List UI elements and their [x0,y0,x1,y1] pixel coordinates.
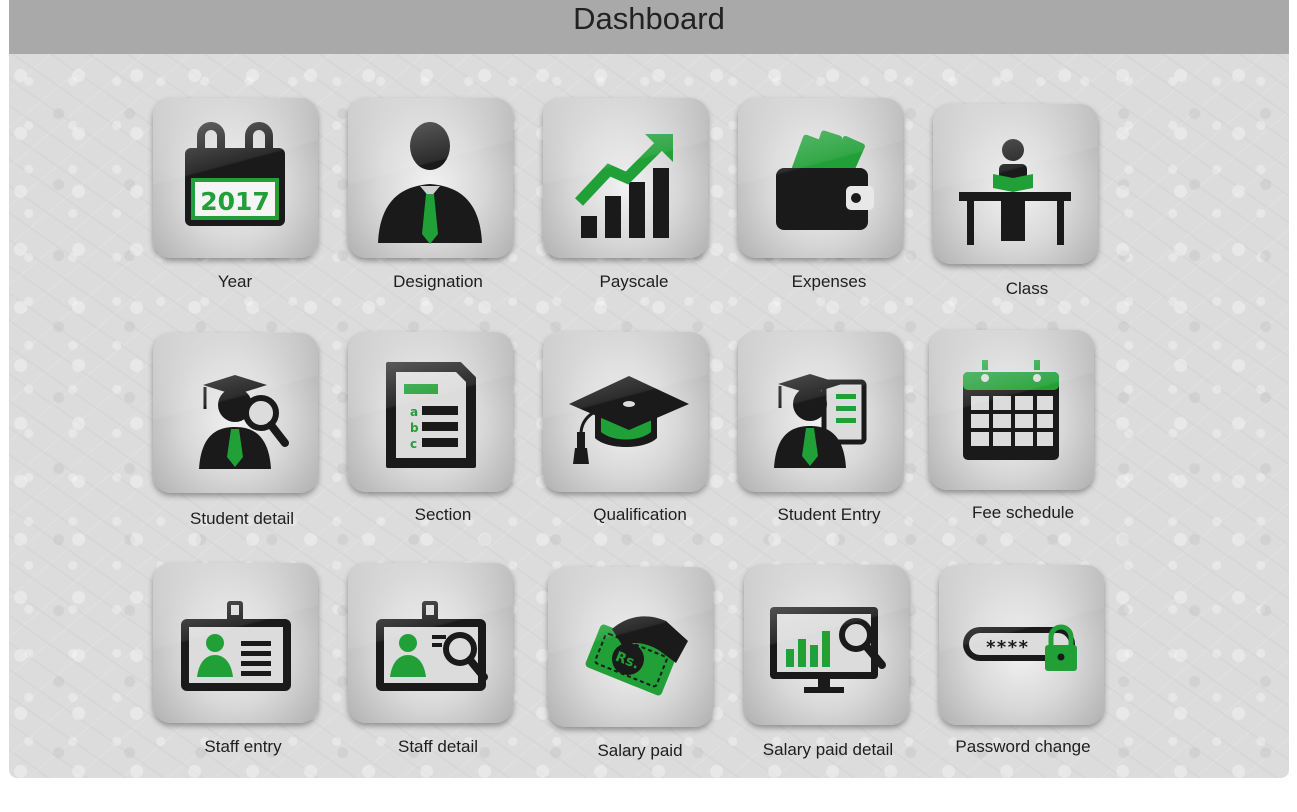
tile-expenses[interactable] [738,98,903,258]
student-form-icon [774,374,867,468]
businessman-icon [378,122,482,244]
tile-qualification-label: Qualification [593,505,687,524]
tile-payscale[interactable] [543,98,708,258]
tile-year-label: Year [217,272,253,291]
tile-salary-paid-detail[interactable] [744,565,909,725]
money-hand-icon: Rs. [585,616,688,696]
tile-student-entry[interactable] [738,332,903,492]
tile-fee-schedule-label: Fee schedule [971,503,1075,522]
tile-staff-detail[interactable] [348,563,513,723]
tile-salary-paid[interactable]: Rs. [548,567,713,727]
tile-expenses-label: Expenses [791,272,867,291]
svg-text:****: **** [985,637,1028,658]
tile-class-label: Class [1005,279,1049,298]
tile-qualification[interactable] [543,332,708,492]
tile-section[interactable]: a b c [348,332,513,492]
tile-fee-schedule[interactable] [929,330,1094,490]
tile-designation-label: Designation [393,272,483,291]
student-search-icon [199,375,289,469]
dashboard-frame: Dashboard 2017 Year Designation Payscale… [9,0,1289,778]
id-card-icon [181,601,291,691]
tile-student-entry-label: Student Entry [777,505,881,524]
document-list-icon: a b c [386,362,476,468]
tile-staff-entry-label: Staff entry [204,737,282,756]
id-card-search-icon [376,601,488,691]
tile-student-detail[interactable] [153,333,318,493]
svg-text:a: a [410,405,418,419]
tile-salary-paid-label: Salary paid [597,741,683,760]
svg-text:2017: 2017 [200,187,270,216]
tile-salary-paid-detail-label: Salary paid detail [762,740,894,759]
calendar-grid-icon [963,360,1059,460]
page-title: Dashboard [9,0,1289,54]
monitor-chart-search-icon [770,607,886,693]
tile-year[interactable]: 2017 [153,98,318,258]
calendar-year-icon: 2017 [185,122,285,226]
tile-payscale-label: Payscale [599,272,669,291]
tile-designation[interactable] [348,98,513,258]
tile-section-label: Section [414,505,472,524]
tile-student-detail-label: Student detail [190,509,294,528]
svg-text:c: c [410,437,417,451]
password-lock-icon: **** [963,624,1077,671]
tile-staff-detail-label: Staff detail [397,737,479,756]
tile-class[interactable] [933,104,1098,264]
reading-student-icon [959,139,1071,245]
svg-text:b: b [410,421,419,435]
tile-password-change-label: Password change [955,737,1091,756]
wallet-icon [776,130,874,230]
growth-chart-icon [574,134,673,238]
tile-staff-entry[interactable] [153,563,318,723]
tile-password-change[interactable]: **** [939,565,1104,725]
graduation-cap-icon [569,376,689,464]
